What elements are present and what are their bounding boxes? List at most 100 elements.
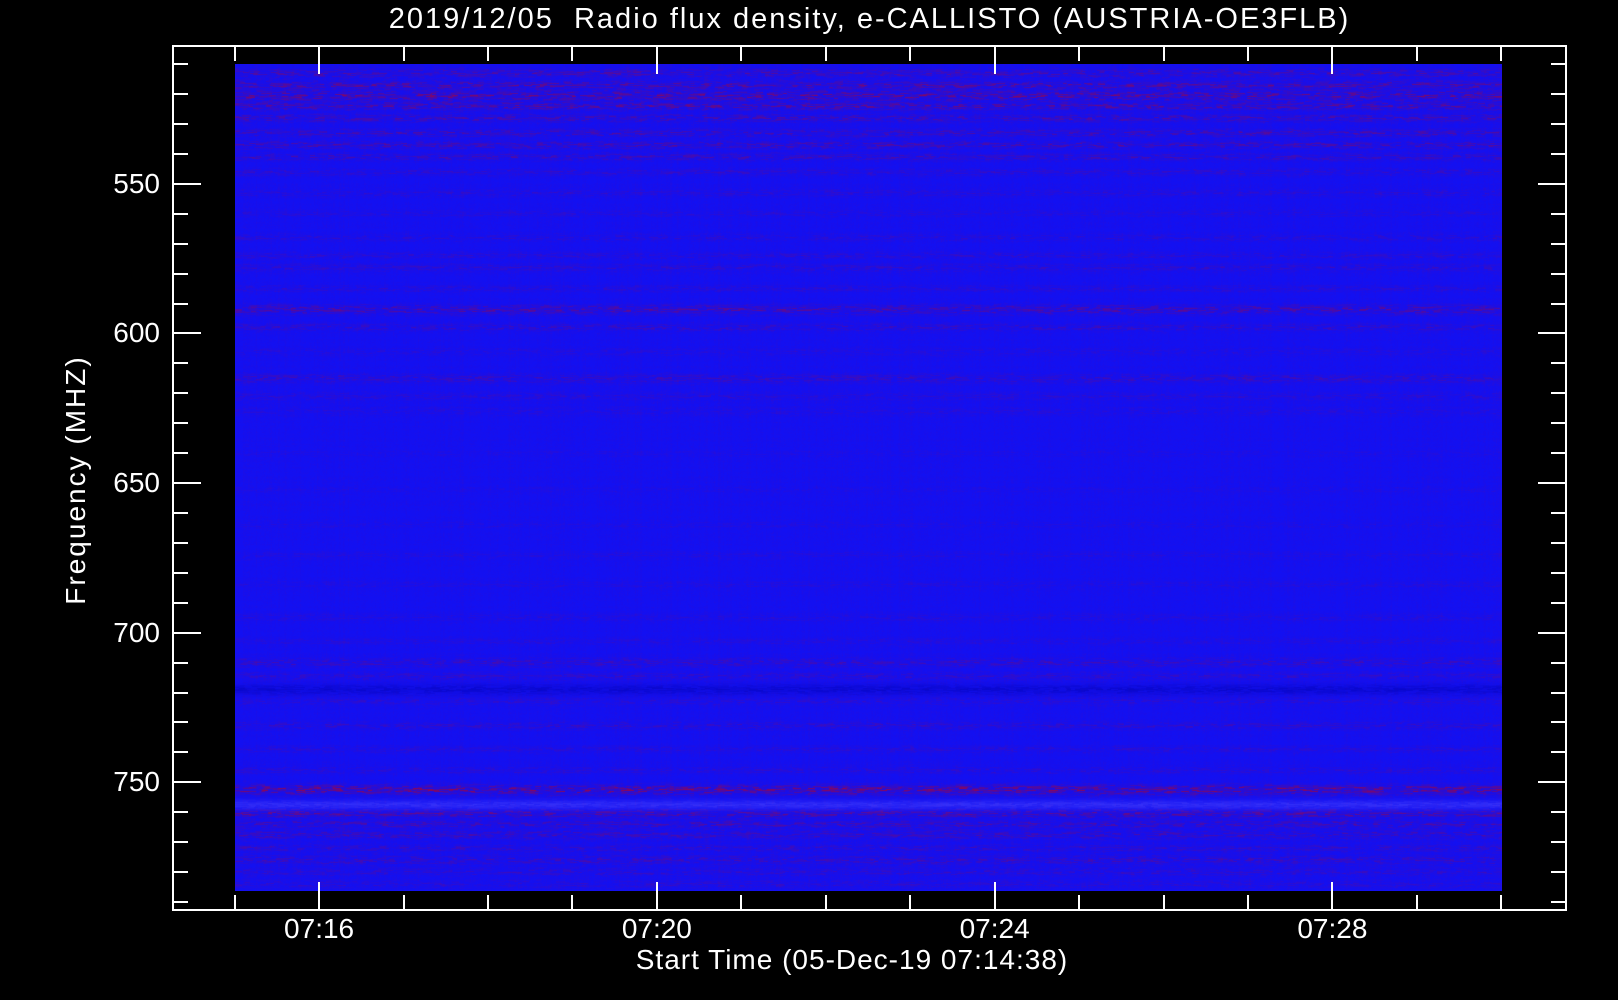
- y-minor-tick: [1551, 452, 1565, 455]
- y-minor-tick: [174, 571, 188, 574]
- y-minor-tick: [174, 841, 188, 844]
- y-minor-tick: [1551, 242, 1565, 245]
- x-minor-tick: [486, 47, 489, 61]
- x-major-tick: [318, 47, 321, 74]
- x-major-tick: [655, 47, 658, 74]
- x-tick-label: 07:24: [959, 913, 1030, 944]
- y-minor-tick: [1551, 392, 1565, 395]
- x-minor-tick: [486, 895, 489, 909]
- y-minor-tick: [174, 751, 188, 754]
- y-minor-tick: [1551, 901, 1565, 904]
- x-minor-tick: [402, 895, 405, 909]
- y-minor-tick: [174, 901, 188, 904]
- y-minor-tick: [1551, 212, 1565, 215]
- y-minor-tick: [174, 661, 188, 664]
- x-minor-tick: [1078, 47, 1081, 61]
- y-minor-tick: [174, 541, 188, 544]
- x-minor-tick: [1162, 47, 1165, 61]
- spectrogram-plot: 2019/12/05 Radio flux density, e-CALLIST…: [0, 0, 1618, 1000]
- y-minor-tick: [1551, 122, 1565, 125]
- y-minor-tick: [1551, 721, 1565, 724]
- x-major-tick: [655, 882, 658, 909]
- y-minor-tick: [174, 601, 188, 604]
- y-major-tick: [174, 332, 201, 335]
- x-minor-tick: [1415, 895, 1418, 909]
- y-minor-tick: [1551, 811, 1565, 814]
- y-minor-tick: [1551, 362, 1565, 365]
- y-major-tick: [1538, 631, 1565, 634]
- y-minor-tick: [174, 422, 188, 425]
- y-minor-tick: [1551, 272, 1565, 275]
- x-major-tick: [1331, 47, 1334, 74]
- x-minor-tick: [824, 47, 827, 61]
- y-tick-label: 600: [113, 317, 160, 349]
- y-major-tick: [174, 781, 201, 784]
- y-minor-tick: [1551, 661, 1565, 664]
- x-axis-label: Start Time (05-Dec-19 07:14:38): [635, 944, 1069, 975]
- y-minor-tick: [1551, 93, 1565, 96]
- y-minor-tick: [1551, 691, 1565, 694]
- x-minor-tick: [740, 895, 743, 909]
- x-minor-tick: [233, 47, 236, 61]
- y-minor-tick: [174, 122, 188, 125]
- y-minor-tick: [1551, 751, 1565, 754]
- y-minor-tick: [174, 63, 188, 66]
- y-minor-tick: [174, 512, 188, 514]
- x-major-tick: [993, 47, 996, 74]
- y-tick-label: 750: [113, 766, 160, 798]
- x-minor-tick: [1415, 47, 1418, 61]
- y-minor-tick: [1551, 571, 1565, 574]
- y-minor-tick: [1551, 601, 1565, 604]
- x-tick-label: 07:16: [284, 913, 355, 944]
- x-tick-label: 07:20: [621, 913, 692, 944]
- plot-title: 2019/12/05 Radio flux density, e-CALLIST…: [388, 3, 1351, 35]
- x-minor-tick: [1500, 47, 1503, 61]
- x-minor-tick: [1246, 47, 1249, 61]
- y-minor-tick: [174, 811, 188, 814]
- y-minor-tick: [174, 212, 188, 215]
- x-minor-tick: [1246, 895, 1249, 909]
- x-minor-tick: [740, 47, 743, 61]
- x-minor-tick: [1162, 895, 1165, 909]
- y-minor-tick: [1551, 541, 1565, 544]
- y-tick-label: 550: [113, 167, 160, 199]
- y-minor-tick: [1551, 512, 1565, 514]
- y-major-tick: [174, 182, 201, 185]
- y-major-tick: [174, 631, 201, 634]
- y-major-tick: [1538, 182, 1565, 185]
- y-minor-tick: [1551, 871, 1565, 874]
- x-minor-tick: [909, 895, 912, 909]
- x-major-tick: [1331, 882, 1334, 909]
- x-minor-tick: [824, 895, 827, 909]
- y-minor-tick: [174, 721, 188, 724]
- y-tick-label: 650: [113, 467, 160, 499]
- x-minor-tick: [233, 895, 236, 909]
- y-minor-tick: [174, 362, 188, 365]
- x-minor-tick: [571, 47, 574, 61]
- y-minor-tick: [174, 272, 188, 275]
- x-minor-tick: [571, 895, 574, 909]
- y-minor-tick: [1551, 841, 1565, 844]
- x-minor-tick: [909, 47, 912, 61]
- y-major-tick: [174, 482, 201, 485]
- x-minor-tick: [402, 47, 405, 61]
- y-minor-tick: [174, 452, 188, 455]
- y-minor-tick: [174, 871, 188, 874]
- y-minor-tick: [174, 152, 188, 155]
- y-minor-tick: [174, 392, 188, 395]
- y-minor-tick: [1551, 302, 1565, 305]
- x-tick-label: 07:28: [1297, 913, 1368, 944]
- spectrogram-image: [235, 64, 1502, 891]
- y-major-tick: [1538, 332, 1565, 335]
- y-minor-tick: [1551, 152, 1565, 155]
- y-minor-tick: [1551, 422, 1565, 425]
- y-minor-tick: [174, 93, 188, 96]
- y-major-tick: [1538, 781, 1565, 784]
- y-minor-tick: [174, 691, 188, 694]
- y-tick-label: 700: [113, 616, 160, 648]
- x-major-tick: [993, 882, 996, 909]
- plot-area: [172, 45, 1567, 911]
- x-minor-tick: [1078, 895, 1081, 909]
- y-minor-tick: [174, 242, 188, 245]
- y-major-tick: [1538, 482, 1565, 485]
